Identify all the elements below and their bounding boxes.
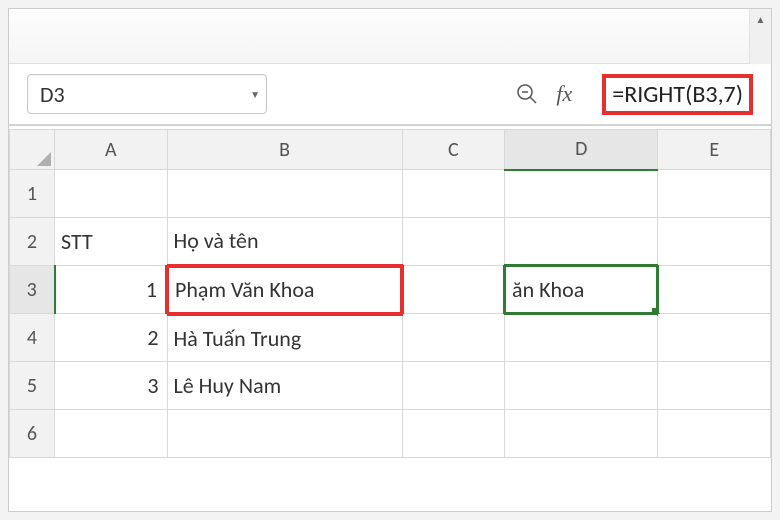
chevron-down-icon[interactable]: ▼ — [250, 88, 260, 101]
name-box-value: D3 — [40, 81, 65, 108]
cell-A4[interactable]: 2 — [55, 314, 168, 362]
cell-C2[interactable] — [402, 218, 504, 266]
cell-A6[interactable] — [55, 410, 168, 458]
formula-text: =RIGHT(B3,7) — [602, 74, 753, 115]
cell-text: ăn Khoa — [512, 276, 650, 303]
cell-D2[interactable] — [505, 218, 658, 266]
cell-C3[interactable] — [402, 266, 504, 314]
cell-D4[interactable] — [505, 314, 658, 362]
cell-C1[interactable] — [402, 170, 504, 218]
col-header-D[interactable]: D — [505, 130, 658, 170]
cell-text: 2 — [61, 324, 159, 351]
cell-E3[interactable] — [658, 266, 771, 314]
col-header-E[interactable]: E — [658, 130, 771, 170]
cell-A3[interactable]: 1 — [55, 266, 168, 314]
cell-A1[interactable] — [55, 170, 168, 218]
cell-D3[interactable]: ăn Khoa — [505, 266, 658, 314]
cell-E2[interactable] — [658, 218, 771, 266]
cell-B4[interactable]: Hà Tuấn Trung — [167, 314, 402, 362]
name-box[interactable]: D3 ▼ — [27, 74, 267, 114]
cell-E1[interactable] — [658, 170, 771, 218]
cell-text: STT — [61, 228, 161, 255]
cell-B3[interactable]: Phạm Văn Khoa — [167, 266, 402, 314]
cell-C5[interactable] — [402, 362, 504, 410]
col-header-B[interactable]: B — [167, 130, 402, 170]
ribbon-placeholder — [9, 9, 771, 64]
cell-E5[interactable] — [658, 362, 771, 410]
row-header-4[interactable]: 4 — [10, 314, 55, 362]
fx-icon[interactable]: fx — [556, 81, 572, 107]
col-header-C[interactable]: C — [402, 130, 504, 170]
cell-text: Lê Huy Nam — [174, 372, 396, 399]
col-header-A[interactable]: A — [55, 130, 168, 170]
cell-text: Hà Tuấn Trung — [174, 325, 396, 352]
cell-text: Phạm Văn Khoa — [175, 276, 394, 303]
cell-D1[interactable] — [505, 170, 658, 218]
cell-D6[interactable] — [505, 410, 658, 458]
cell-text: Họ và tên — [174, 227, 396, 254]
cell-E6[interactable] — [658, 410, 771, 458]
cell-B6[interactable] — [167, 410, 402, 458]
spreadsheet-grid[interactable]: A B C D E 1 2 STT — [9, 129, 771, 511]
formula-input[interactable]: =RIGHT(B3,7) — [602, 73, 753, 115]
select-all-corner[interactable] — [10, 130, 55, 170]
row-header-5[interactable]: 5 — [10, 362, 55, 410]
cell-B1[interactable] — [167, 170, 402, 218]
cell-text: 1 — [62, 276, 158, 303]
cell-B5[interactable]: Lê Huy Nam — [167, 362, 402, 410]
zoom-icon[interactable] — [514, 81, 540, 107]
scroll-up-icon[interactable]: ▲ — [750, 9, 771, 26]
cell-D5[interactable] — [505, 362, 658, 410]
cell-text: 3 — [61, 372, 159, 399]
row-header-1[interactable]: 1 — [10, 170, 55, 218]
row-header-6[interactable]: 6 — [10, 410, 55, 458]
cell-C4[interactable] — [402, 314, 504, 362]
cell-E4[interactable] — [658, 314, 771, 362]
cell-C6[interactable] — [402, 410, 504, 458]
scrollbar-vertical[interactable]: ▲ — [749, 9, 771, 64]
cell-B2[interactable]: Họ và tên — [167, 218, 402, 266]
formula-bar: D3 ▼ fx =RIGHT(B3,7) — [9, 64, 771, 126]
cell-A2[interactable]: STT — [55, 218, 168, 266]
row-header-3[interactable]: 3 — [10, 266, 55, 314]
cell-A5[interactable]: 3 — [55, 362, 168, 410]
row-header-2[interactable]: 2 — [10, 218, 55, 266]
